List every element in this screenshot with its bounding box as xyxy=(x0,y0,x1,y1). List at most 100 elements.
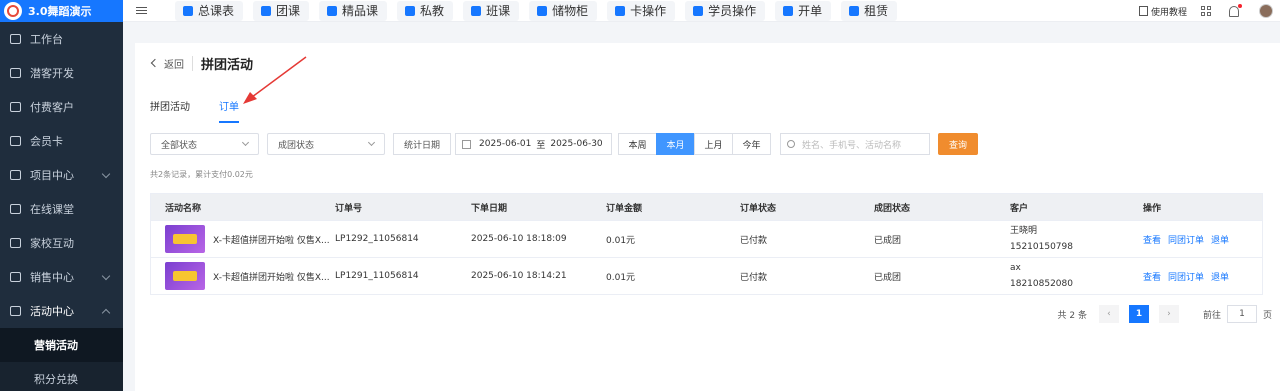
users-icon xyxy=(405,5,416,16)
query-button[interactable]: 查询 xyxy=(938,133,979,155)
cell-customer: ax 18210852080 xyxy=(1010,260,1143,292)
customer-phone: 18210852080 xyxy=(1010,279,1073,289)
menu-toggle-icon[interactable] xyxy=(136,5,147,16)
sidebar-item-label: 项目中心 xyxy=(30,169,74,182)
range-this-week[interactable]: 本周 xyxy=(618,133,658,155)
view-link[interactable]: 查看 xyxy=(1143,273,1161,283)
same-group-orders-link[interactable]: 同团订单 xyxy=(1168,236,1204,246)
page-suffix: 页 xyxy=(1262,310,1272,321)
sidebar-item-home-school[interactable]: 家校互动 xyxy=(0,226,123,260)
next-page-button[interactable]: › xyxy=(1158,305,1179,323)
top-right-tools: 使用教程 xyxy=(1138,0,1280,22)
sidebar-subitem-marketing[interactable]: 营销活动 xyxy=(0,328,123,362)
prev-page-button[interactable]: ‹ xyxy=(1098,305,1119,323)
sidebar-item-label: 家校互动 xyxy=(30,237,74,250)
customers-icon xyxy=(10,102,21,112)
pagination-total: 共 2 条 xyxy=(1057,310,1087,321)
cell-activity: X-卡超值拼团开始啦 仅售X... xyxy=(151,225,335,253)
status-select[interactable]: 全部状态 xyxy=(150,133,259,155)
sidebar-item-projects[interactable]: 项目中心 xyxy=(0,158,123,192)
goto-page-input[interactable]: 1 xyxy=(1226,305,1257,323)
page-number-button[interactable]: 1 xyxy=(1128,305,1149,323)
back-button[interactable]: 返回 xyxy=(150,55,193,71)
tab-bar: 拼团活动 订单 xyxy=(150,98,268,123)
activity-thumbnail xyxy=(165,262,205,290)
group-status-select[interactable]: 成团状态 xyxy=(267,133,385,155)
building-icon xyxy=(849,5,860,16)
sidebar-item-label: 会员卡 xyxy=(30,135,63,148)
cell-order-no: LP1292_11056814 xyxy=(335,234,419,244)
calendar-icon xyxy=(462,139,472,149)
quick-button-label: 卡操作 xyxy=(630,4,667,18)
page-header: 返回 拼团活动 xyxy=(150,55,253,73)
sidebar-item-membership[interactable]: 会员卡 xyxy=(0,124,123,158)
quick-button-group-class[interactable]: 团课 xyxy=(253,0,310,21)
top-bar: 总课表 团课 精品课 私教 班课 储物柜 卡操作 学员操作 开单 租赁 使用教程 xyxy=(123,0,1280,22)
apps-grid-icon[interactable] xyxy=(1201,6,1211,16)
date-end: 2025-06-30 xyxy=(550,139,603,149)
range-this-month[interactable]: 本月 xyxy=(656,133,696,155)
customer-name: 王晓明 xyxy=(1010,226,1038,236)
quick-button-private[interactable]: 私教 xyxy=(397,0,454,21)
search-input[interactable]: 姓名、手机号、活动名称 xyxy=(780,133,931,155)
sidebar-item-leads[interactable]: 潜客开发 xyxy=(0,56,123,90)
cell-order-date: 2025-06-10 18:14:21 xyxy=(471,271,567,281)
refund-link[interactable]: 退单 xyxy=(1211,236,1229,246)
user-icon xyxy=(693,5,704,16)
sidebar-item-workbench[interactable]: 工作台 xyxy=(0,22,123,56)
same-group-orders-link[interactable]: 同团订单 xyxy=(1168,273,1204,283)
app-logo[interactable]: 3.0舞蹈演示 xyxy=(0,0,123,22)
goto-label: 前往 xyxy=(1202,310,1221,321)
quick-button-open-order[interactable]: 开单 xyxy=(775,0,832,21)
quick-button-schedule[interactable]: 总课表 xyxy=(175,0,244,21)
sidebar-item-customers[interactable]: 付费客户 xyxy=(0,90,123,124)
header-amount: 订单金额 xyxy=(606,203,643,214)
search-icon xyxy=(787,140,796,148)
chevron-down-icon xyxy=(101,271,111,281)
cell-customer: 王晓明 15210150798 xyxy=(1010,223,1143,255)
card-icon xyxy=(10,136,21,146)
range-last-month[interactable]: 上月 xyxy=(694,133,734,155)
tab-orders[interactable]: 订单 xyxy=(219,98,239,123)
bell-icon[interactable] xyxy=(1229,3,1242,17)
date-label: 统计日期 xyxy=(393,133,452,155)
chevron-down-icon xyxy=(367,138,376,147)
sidebar-item-sales[interactable]: 销售中心 xyxy=(0,260,123,294)
sidebar-item-label: 活动中心 xyxy=(30,305,74,318)
status-select-value: 全部状态 xyxy=(161,140,198,151)
star-icon xyxy=(327,5,338,16)
activity-thumbnail xyxy=(165,225,205,253)
date-range-picker[interactable]: 2025-06-01 至 2025-06-30 xyxy=(455,133,613,155)
quick-button-rent[interactable]: 租赁 xyxy=(841,0,898,21)
quick-button-student-ops[interactable]: 学员操作 xyxy=(685,0,766,21)
sidebar-subitem-points[interactable]: 积分兑换 xyxy=(0,362,123,391)
classroom-icon xyxy=(10,204,21,214)
cell-group-status: 已成团 xyxy=(874,272,902,283)
quick-button-class[interactable]: 班课 xyxy=(463,0,520,21)
sidebar-item-online-class[interactable]: 在线课堂 xyxy=(0,192,123,226)
quick-button-label: 团课 xyxy=(276,4,301,18)
refund-link[interactable]: 退单 xyxy=(1211,273,1229,283)
table-row: X-卡超值拼团开始啦 仅售X... LP1291_11056814 2025-0… xyxy=(151,257,1262,294)
quick-button-premium-class[interactable]: 精品课 xyxy=(319,0,388,21)
cell-amount: 0.01元 xyxy=(606,272,636,283)
quick-button-locker[interactable]: 储物柜 xyxy=(529,0,598,21)
sidebar-item-activities[interactable]: 活动中心 xyxy=(0,294,123,328)
document-icon xyxy=(783,5,794,16)
chevron-up-icon xyxy=(101,308,111,318)
quick-button-label: 开单 xyxy=(798,4,823,18)
table-header: 活动名称 订单号 下单日期 订单金额 订单状态 成团状态 客户 操作 xyxy=(151,194,1262,220)
header-order-no: 订单号 xyxy=(335,203,363,214)
activity-icon xyxy=(10,306,21,316)
avatar[interactable] xyxy=(1259,4,1273,18)
header-actions: 操作 xyxy=(1143,203,1162,214)
card-icon xyxy=(615,5,626,16)
help-link[interactable]: 使用教程 xyxy=(1138,5,1187,18)
view-link[interactable]: 查看 xyxy=(1143,236,1161,246)
quick-button-label: 储物柜 xyxy=(552,4,589,18)
quick-button-card-ops[interactable]: 卡操作 xyxy=(607,0,676,21)
search-placeholder: 姓名、手机号、活动名称 xyxy=(802,140,902,151)
range-this-year[interactable]: 今年 xyxy=(732,133,772,155)
tab-group-activity[interactable]: 拼团活动 xyxy=(150,98,190,123)
header-activity-name: 活动名称 xyxy=(165,203,202,214)
